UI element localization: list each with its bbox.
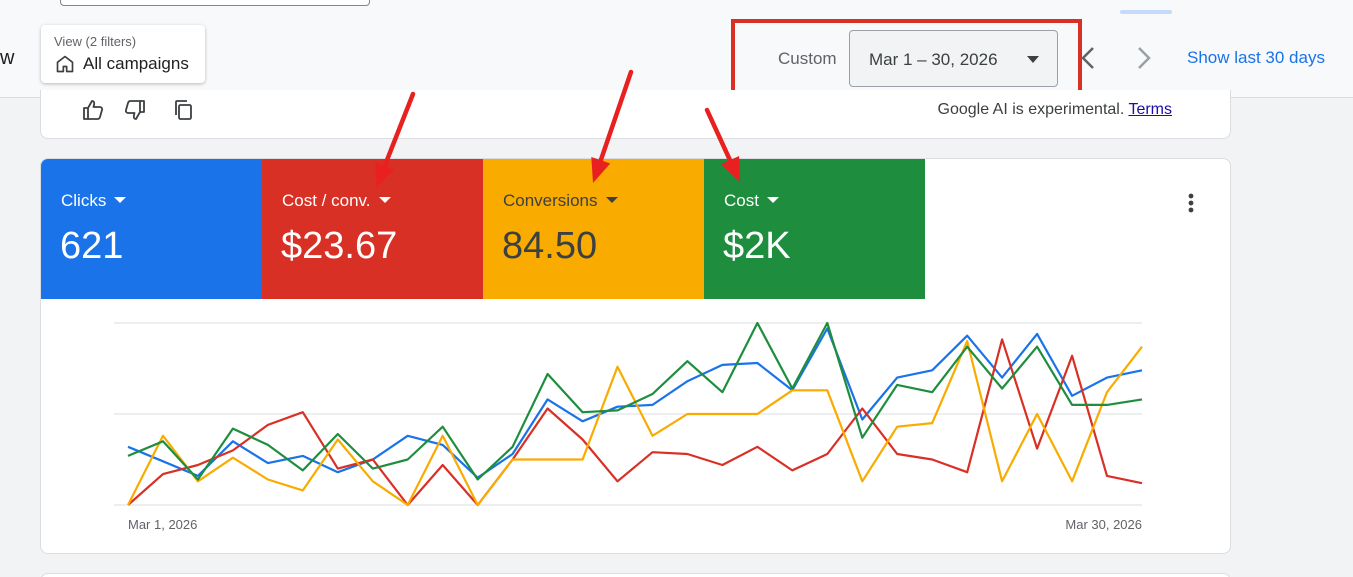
metric-value: $23.67 <box>281 225 398 267</box>
metric-label[interactable]: Cost <box>724 191 779 211</box>
dropdown-caret-icon <box>378 197 391 203</box>
thumb-down-icon[interactable] <box>123 98 147 122</box>
x-axis-end-label: Mar 30, 2026 <box>1065 517 1142 532</box>
dropdown-caret-icon <box>114 197 127 203</box>
more-vert-icon[interactable] <box>1179 189 1203 217</box>
page-title-fragment: w <box>0 47 15 69</box>
show-last-30-days-link[interactable]: Show last 30 days <box>1187 48 1325 68</box>
search-box-edge[interactable] <box>60 0 370 6</box>
chevron-right-icon[interactable] <box>1134 44 1154 72</box>
line-chart: Mar 1, 2026 Mar 30, 2026 <box>114 321 1143 532</box>
dropdown-caret-icon <box>605 197 618 203</box>
ai-disclaimer-text: Google AI is experimental. <box>937 101 1125 118</box>
date-range-highlight-box <box>731 19 1082 99</box>
metric-label[interactable]: Cost / conv. <box>282 191 391 211</box>
series-line-3 <box>127 321 1143 481</box>
dropdown-caret-icon <box>766 197 779 203</box>
view-filter-label: View (2 filters) <box>54 34 137 49</box>
ai-feedback-card: Google AI is experimental. Terms <box>40 90 1231 139</box>
metric-label[interactable]: Clicks <box>61 191 127 211</box>
next-card-edge <box>40 573 1231 577</box>
top-bar: w View (2 filters) All campaigns Custom … <box>0 0 1353 99</box>
x-axis-start-label: Mar 1, 2026 <box>128 517 197 532</box>
view-filter-chip[interactable]: View (2 filters) All campaigns <box>41 25 205 83</box>
metric-value: $2K <box>723 225 791 267</box>
series-line-2 <box>127 340 1143 507</box>
metric-tile-conversions[interactable]: Conversions 84.50 <box>483 159 704 299</box>
metric-value: 84.50 <box>502 225 598 267</box>
view-filter-value: All campaigns <box>83 54 189 73</box>
metric-label[interactable]: Conversions <box>503 191 618 211</box>
home-icon <box>56 55 74 73</box>
thumb-up-icon[interactable] <box>81 98 105 122</box>
metric-tile-cost[interactable]: Cost $2K <box>704 159 925 299</box>
terms-link[interactable]: Terms <box>1128 101 1172 118</box>
faded-link-fragment <box>1120 10 1172 14</box>
copy-icon[interactable] <box>171 98 195 122</box>
metric-tile-cost-per-conv[interactable]: Cost / conv. $23.67 <box>262 159 483 299</box>
metric-value: 621 <box>60 225 124 267</box>
performance-chart-card: Clicks 621 Cost / conv. $23.67 Conversio… <box>40 158 1231 554</box>
metric-tile-clicks[interactable]: Clicks 621 <box>41 159 262 299</box>
ai-disclaimer: Google AI is experimental. Terms <box>938 101 1172 119</box>
